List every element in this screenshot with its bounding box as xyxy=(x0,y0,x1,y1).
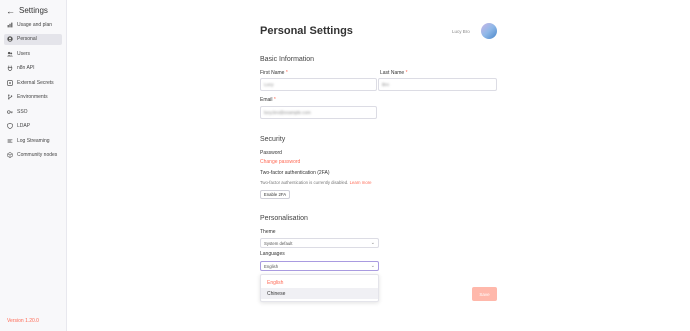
avatar xyxy=(481,23,497,39)
page-title: Personal Settings xyxy=(260,25,353,37)
required-mark: * xyxy=(285,70,288,76)
shield-icon xyxy=(7,123,13,129)
sidebar-item-label: n8n API xyxy=(17,65,35,71)
first-name-label-text: First Name xyxy=(260,70,285,76)
language-option-chinese[interactable]: Chinese xyxy=(261,288,378,299)
sidebar-item-community-nodes[interactable]: Community nodes xyxy=(4,150,62,161)
sidebar-item-label: LDAP xyxy=(17,123,31,129)
personalisation-heading: Personalisation xyxy=(260,215,308,222)
enable-2fa-button[interactable]: Enable 2FA xyxy=(260,190,290,199)
first-name-value: Lucy xyxy=(264,82,274,87)
version-label: Version 1.20.0 xyxy=(7,318,39,324)
last-name-field[interactable]: Bro xyxy=(378,78,497,91)
languages-select[interactable]: English ⌄ xyxy=(260,261,379,271)
email-label-text: Email xyxy=(260,97,273,103)
sidebar-nav: Usage and plan Personal Users n8n API Ex… xyxy=(0,19,66,161)
two-factor-label: Two-factor authentication (2FA) xyxy=(260,170,330,176)
cube-icon xyxy=(7,152,13,158)
theme-select[interactable]: System default ⌄ xyxy=(260,238,379,248)
sidebar-item-usage-and-plan[interactable]: Usage and plan xyxy=(4,19,62,30)
sidebar-item-label: Personal xyxy=(17,36,37,42)
user-circle-icon xyxy=(7,36,13,42)
sidebar-header[interactable]: ← Settings xyxy=(0,0,66,16)
sidebar-title: Settings xyxy=(19,6,48,15)
sidebar-item-log-streaming[interactable]: Log Streaming xyxy=(4,135,62,146)
settings-sidebar: ← Settings Usage and plan Personal Users… xyxy=(0,0,67,331)
sidebar-item-label: Community nodes xyxy=(17,152,58,158)
sidebar-item-label: Environments xyxy=(17,94,48,100)
last-name-value: Bro xyxy=(382,82,390,87)
vault-icon xyxy=(7,79,13,86)
two-factor-status-text: Two-factor authentication is currently d… xyxy=(260,180,349,185)
theme-value: System default xyxy=(264,240,293,246)
sidebar-item-sso[interactable]: SSO xyxy=(4,106,62,117)
sidebar-item-label: External Secrets xyxy=(17,79,54,86)
save-button[interactable]: Save xyxy=(472,287,497,301)
security-heading: Security xyxy=(260,136,286,143)
sidebar-item-label: Log Streaming xyxy=(17,137,50,144)
first-name-label: First Name * xyxy=(260,70,288,76)
sidebar-item-label: SSO xyxy=(17,108,28,115)
email-label: Email * xyxy=(260,97,276,103)
required-mark: * xyxy=(405,70,408,76)
password-label: Password xyxy=(260,150,282,156)
languages-dropdown: English Chinese xyxy=(260,274,379,302)
branch-icon xyxy=(7,94,13,100)
sidebar-item-n8n-api[interactable]: n8n API xyxy=(4,63,62,74)
chart-icon xyxy=(7,22,13,28)
two-factor-status: Two-factor authentication is currently d… xyxy=(260,180,372,185)
sidebar-item-ldap[interactable]: LDAP xyxy=(4,121,62,132)
language-option-english[interactable]: English xyxy=(261,277,378,288)
required-mark: * xyxy=(273,97,276,103)
key-icon xyxy=(7,109,13,115)
sidebar-item-label: Users xyxy=(17,50,31,57)
plug-icon xyxy=(7,65,13,71)
basic-information-heading: Basic Information xyxy=(260,56,315,63)
email-value: lucy.bro@example.com xyxy=(264,110,311,115)
languages-value: English xyxy=(264,263,279,269)
languages-label: Languages xyxy=(260,251,285,257)
email-field[interactable]: lucy.bro@example.com xyxy=(260,106,377,119)
users-icon xyxy=(7,51,13,57)
learn-more-link[interactable]: Learn more xyxy=(350,180,372,185)
chevron-down-icon: ⌄ xyxy=(370,240,375,246)
stream-icon xyxy=(7,138,13,144)
last-name-label-text: Last Name xyxy=(380,70,405,76)
sidebar-item-personal[interactable]: Personal xyxy=(4,33,62,45)
sidebar-item-label: Usage and plan xyxy=(17,21,53,28)
first-name-field[interactable]: Lucy xyxy=(260,78,377,91)
chevron-up-icon: ⌄ xyxy=(370,263,375,269)
sidebar-item-external-secrets[interactable]: External Secrets xyxy=(4,77,62,88)
sidebar-item-users[interactable]: Users xyxy=(4,48,62,59)
sidebar-item-environments[interactable]: Environments xyxy=(4,92,62,103)
arrow-left-icon[interactable]: ← xyxy=(6,6,15,16)
last-name-label: Last Name * xyxy=(380,70,408,76)
change-password-link[interactable]: Change password xyxy=(260,159,300,165)
user-name: Lucy Bro xyxy=(452,29,470,34)
theme-label: Theme xyxy=(260,229,276,235)
